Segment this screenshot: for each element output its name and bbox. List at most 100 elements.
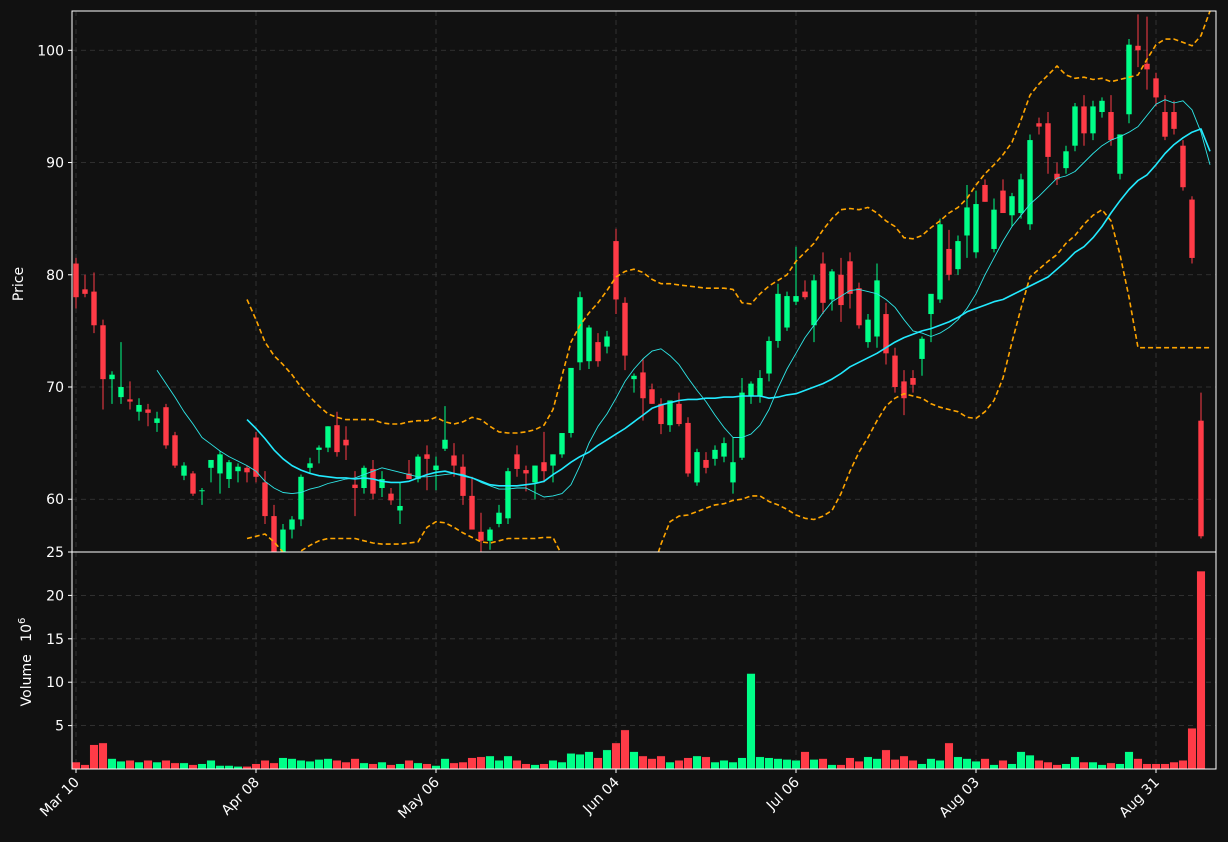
volume-bar xyxy=(557,761,567,769)
volume-bar xyxy=(908,760,918,769)
volume-bar xyxy=(611,742,621,769)
candle-body xyxy=(163,407,169,446)
volume-bar xyxy=(224,765,234,769)
candle-body xyxy=(964,207,970,236)
candle-body xyxy=(370,468,376,494)
candle-body xyxy=(676,403,682,425)
volume-bar xyxy=(116,760,126,769)
volume-bar xyxy=(1187,728,1197,769)
volume-bar xyxy=(287,758,297,769)
candle-body xyxy=(1198,420,1204,537)
candle-body xyxy=(235,466,241,472)
candle-body xyxy=(262,482,268,517)
candle-body xyxy=(667,400,673,426)
volume-bar xyxy=(998,760,1008,769)
candle-body xyxy=(154,418,160,423)
candle-body xyxy=(541,462,547,472)
volume-bar xyxy=(440,758,450,769)
volume-tick-label: 25 xyxy=(46,545,64,561)
volume-bar xyxy=(674,760,684,769)
volume-bar xyxy=(206,760,216,769)
volume-bar xyxy=(179,762,189,769)
candle-body xyxy=(478,531,484,541)
candle-body xyxy=(874,280,880,337)
volume-bar xyxy=(638,755,648,769)
candle-body xyxy=(865,319,871,343)
volume-bar xyxy=(332,760,342,769)
candle-body xyxy=(622,302,628,356)
candle-body xyxy=(1135,45,1141,51)
volume-bar xyxy=(260,760,270,769)
volume-bar xyxy=(467,757,477,769)
volume-bar xyxy=(1133,758,1143,769)
volume-bar xyxy=(971,760,981,769)
candle-body xyxy=(1000,190,1006,214)
candle-body xyxy=(766,340,772,374)
volume-bar xyxy=(863,756,873,769)
volume-bar xyxy=(1088,761,1098,769)
volume-bar xyxy=(1196,570,1206,769)
candle-body xyxy=(100,325,106,380)
candle-body xyxy=(550,454,556,466)
candle-body xyxy=(982,184,988,202)
candle-body xyxy=(442,439,448,449)
volume-bar xyxy=(215,765,225,769)
volume-bar xyxy=(1097,764,1107,769)
candle-body xyxy=(1162,112,1168,137)
candle-body xyxy=(586,327,592,362)
candle-body xyxy=(991,209,997,249)
candle-body xyxy=(739,392,745,458)
price-tick-label: 100 xyxy=(37,43,64,59)
volume-bar xyxy=(584,751,594,769)
volume-bar xyxy=(530,764,540,769)
candle-body xyxy=(1153,78,1159,98)
candle-body xyxy=(514,454,520,469)
candle-body xyxy=(1117,134,1123,174)
candle-body xyxy=(847,261,853,294)
volume-bar xyxy=(72,761,81,769)
candle-body xyxy=(1171,112,1177,129)
volume-bar xyxy=(449,762,459,769)
volume-bar xyxy=(548,760,558,769)
volume-axis-label-text: Volume xyxy=(19,654,35,706)
candle-body xyxy=(109,374,115,380)
candle-body xyxy=(82,289,88,294)
volume-bar xyxy=(782,759,792,769)
volume-unit-exponent: 6 xyxy=(17,618,28,624)
price-tick-label: 90 xyxy=(46,156,64,172)
volume-bar xyxy=(1052,764,1062,769)
volume-bar xyxy=(1079,761,1089,769)
candle-body xyxy=(1009,196,1015,216)
volume-bar xyxy=(953,756,963,769)
volume-bar xyxy=(1106,762,1116,769)
price-tick-label: 60 xyxy=(46,492,64,508)
candle-body xyxy=(559,433,565,455)
candle-body xyxy=(505,471,511,519)
volume-bar xyxy=(881,749,891,769)
candle-body xyxy=(271,516,277,552)
candle-body xyxy=(1180,145,1186,188)
candle-body xyxy=(1090,106,1096,134)
candle-body xyxy=(343,439,349,446)
volume-bar xyxy=(701,756,711,769)
volume-bar xyxy=(845,757,855,769)
volume-bar xyxy=(350,758,360,769)
volume-bar xyxy=(251,763,261,769)
candle-body xyxy=(1072,106,1078,146)
candle-body xyxy=(208,459,214,468)
candle-body xyxy=(352,484,358,489)
candle-body xyxy=(424,454,430,459)
candle-body xyxy=(1108,112,1114,141)
volume-bar xyxy=(98,742,108,769)
volume-tick-label: 10 xyxy=(46,675,64,691)
volume-tick-label: 5 xyxy=(55,719,64,735)
volume-bar xyxy=(1142,763,1152,769)
volume-bar xyxy=(188,764,198,769)
volume-bar xyxy=(917,763,927,769)
chart-background xyxy=(0,0,1228,842)
candle-body xyxy=(694,452,700,483)
candle-body xyxy=(973,204,979,253)
volume-bar xyxy=(512,760,522,769)
volume-bar xyxy=(503,755,513,769)
volume-bar xyxy=(620,729,630,769)
